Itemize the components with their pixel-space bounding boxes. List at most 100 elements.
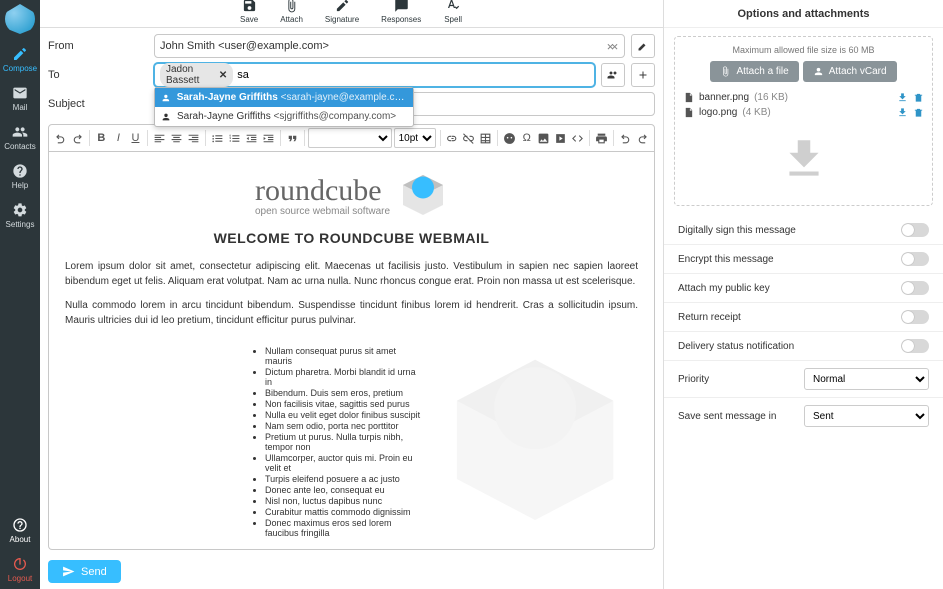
list-item: Donec ante leo, consequat eu: [265, 485, 422, 495]
attachment-name: banner.png: [699, 92, 749, 103]
print-icon: [595, 132, 608, 145]
attachment-size: (16 KB): [754, 92, 788, 103]
compose-icon: [12, 46, 28, 62]
roundcube-logo-icon: [398, 170, 448, 220]
quote-icon: [286, 132, 299, 145]
font-size-select[interactable]: 10pt: [394, 128, 436, 148]
attachment-delete[interactable]: [913, 107, 924, 118]
unlink-button[interactable]: [461, 128, 476, 148]
code-icon: [571, 132, 584, 145]
options-panel: Options and attachments Maximum allowed …: [663, 0, 943, 589]
from-select[interactable]: John Smith <user@example.com>: [154, 34, 625, 58]
opt-encrypt-toggle[interactable]: [901, 252, 929, 266]
blockquote-button[interactable]: [285, 128, 300, 148]
sidebar-item-settings[interactable]: Settings: [0, 196, 40, 235]
special-char-button[interactable]: Ω: [519, 128, 534, 148]
add-recipient-field-button[interactable]: [631, 63, 655, 87]
editor-redo-button[interactable]: [635, 128, 650, 148]
recipient-chip[interactable]: Jadon Bassett✕: [160, 63, 233, 87]
chip-remove[interactable]: ✕: [219, 70, 227, 81]
to-label: To: [48, 69, 148, 81]
font-family-select[interactable]: [308, 128, 391, 148]
media-icon: [554, 132, 567, 145]
send-button[interactable]: Send: [48, 560, 121, 583]
editor-body[interactable]: roundcube open source webmail software W…: [48, 152, 655, 550]
list-number-button[interactable]: [227, 128, 242, 148]
list-item: Turpis eleifend posuere a ac justo: [265, 474, 422, 484]
responses-action[interactable]: Responses: [381, 0, 421, 24]
table-button[interactable]: [478, 128, 493, 148]
code-button[interactable]: [570, 128, 585, 148]
sidebar-item-about[interactable]: About: [0, 511, 40, 550]
image-button[interactable]: [536, 128, 551, 148]
content-heading: WELCOME TO ROUNDCUBE WEBMAIL: [65, 230, 638, 246]
attachment-dropzone[interactable]: Maximum allowed file size is 60 MB Attac…: [674, 36, 933, 206]
align-right-button[interactable]: [186, 128, 201, 148]
sidebar-item-compose[interactable]: Compose: [0, 40, 40, 79]
sidebar-item-mail[interactable]: Mail: [0, 79, 40, 118]
content-list: Nullam consequat purus sit amet maurisDi…: [265, 346, 422, 539]
attachment-delete[interactable]: [913, 92, 924, 103]
list-number-icon: [228, 132, 241, 145]
opt-dsn-toggle[interactable]: [901, 339, 929, 353]
bold-button[interactable]: B: [94, 128, 109, 148]
suggestion-item[interactable]: Sarah-Jayne Griffiths <sarah-jayne@examp…: [155, 88, 413, 107]
sidebar-item-help[interactable]: Help: [0, 157, 40, 196]
sidebar-item-logout[interactable]: Logout: [0, 550, 40, 589]
align-left-button[interactable]: [152, 128, 167, 148]
edit-identities-button[interactable]: [631, 34, 655, 58]
attach-action[interactable]: Attach: [280, 0, 303, 24]
savein-select[interactable]: Sent: [804, 405, 929, 427]
opt-sign-toggle[interactable]: [901, 223, 929, 237]
undo-icon: [54, 132, 67, 145]
undo-button[interactable]: [53, 128, 68, 148]
list-bullet-button[interactable]: [210, 128, 225, 148]
autocomplete-suggestions: Sarah-Jayne Griffiths <sarah-jayne@examp…: [154, 87, 414, 127]
emoji-button[interactable]: [502, 128, 517, 148]
add-contact-button[interactable]: [601, 63, 625, 87]
spell-action[interactable]: Spell: [444, 0, 462, 24]
outdent-button[interactable]: [244, 128, 259, 148]
opt-receipt-label: Return receipt: [678, 312, 741, 323]
to-text-input[interactable]: [237, 69, 589, 81]
help-icon: [12, 163, 28, 179]
send-icon: [62, 565, 75, 578]
signature-action[interactable]: Signature: [325, 0, 359, 24]
attachment-download[interactable]: [897, 107, 908, 118]
list-item: Nullam consequat purus sit amet mauris: [265, 346, 422, 366]
size-hint: Maximum allowed file size is 60 MB: [683, 45, 924, 55]
content-paragraph: Lorem ipsum dolor sit amet, consectetur …: [65, 260, 638, 289]
opt-pubkey-toggle[interactable]: [901, 281, 929, 295]
to-input[interactable]: Jadon Bassett✕: [154, 63, 595, 87]
italic-button[interactable]: I: [111, 128, 126, 148]
spell-icon: [446, 0, 461, 13]
suggestion-item[interactable]: Sarah-Jayne Griffiths <sjgriffiths@compa…: [155, 107, 413, 126]
attachment-size: (4 KB): [742, 107, 770, 118]
attach-vcard-button[interactable]: Attach vCard: [803, 61, 897, 82]
list-item: Dictum pharetra. Morbi blandit id urna i…: [265, 367, 422, 387]
list-bullet-icon: [211, 132, 224, 145]
question-icon: [12, 517, 28, 533]
sidebar-item-contacts[interactable]: Contacts: [0, 118, 40, 157]
editor-undo-button[interactable]: [618, 128, 633, 148]
opt-receipt-toggle[interactable]: [901, 310, 929, 324]
emoji-icon: [503, 132, 516, 145]
underline-button[interactable]: U: [128, 128, 143, 148]
link-button[interactable]: [444, 128, 459, 148]
align-right-icon: [187, 132, 200, 145]
print-button[interactable]: [594, 128, 609, 148]
attachment-name: logo.png: [699, 107, 737, 118]
attachment-row: banner.png (16 KB): [683, 90, 924, 105]
save-action[interactable]: Save: [240, 0, 258, 24]
priority-select[interactable]: Normal: [804, 368, 929, 390]
cube-decoration-icon: [442, 338, 628, 538]
media-button[interactable]: [553, 128, 568, 148]
redo-button[interactable]: [70, 128, 85, 148]
attach-file-button[interactable]: Attach a file: [710, 61, 798, 82]
opt-encrypt-label: Encrypt this message: [678, 254, 774, 265]
align-center-button[interactable]: [169, 128, 184, 148]
indent-button[interactable]: [261, 128, 276, 148]
redo-icon: [636, 132, 649, 145]
attachment-download[interactable]: [897, 92, 908, 103]
link-icon: [445, 132, 458, 145]
